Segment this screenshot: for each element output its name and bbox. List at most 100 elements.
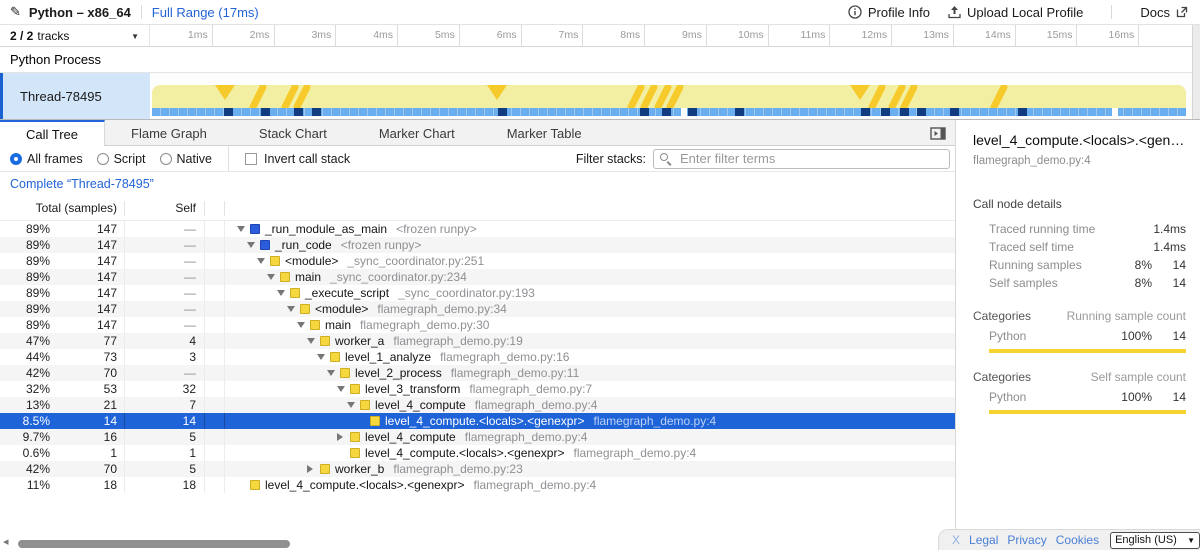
ruler-tick-line: [829, 25, 830, 47]
column-total-header[interactable]: Total (samples): [0, 201, 125, 216]
collapse-twisty-icon[interactable]: [247, 242, 260, 248]
collapse-twisty-icon[interactable]: [267, 274, 280, 280]
collapse-twisty-icon[interactable]: [337, 386, 350, 392]
thread-track-label-panel[interactable]: Thread-78495: [0, 73, 150, 119]
tree-row[interactable]: 32%5332level_3_transformflamegraph_demo.…: [0, 381, 955, 397]
tree-row[interactable]: 13%217level_4_computeflamegraph_demo.py:…: [0, 397, 955, 413]
radio-script[interactable]: [97, 153, 109, 165]
cell-percent: 89%: [0, 269, 50, 285]
tree-row[interactable]: 89%147—<module>flamegraph_demo.py:34: [0, 301, 955, 317]
tree-row[interactable]: 44%733level_1_analyzeflamegraph_demo.py:…: [0, 349, 955, 365]
tab-marker-chart[interactable]: Marker Chart: [353, 120, 481, 145]
function-file: flamegraph_demo.py:16: [440, 349, 569, 365]
radio-label-native: Native: [177, 152, 212, 166]
expand-twisty-icon[interactable]: [307, 465, 320, 473]
cell-percent: 89%: [0, 237, 50, 253]
function-name: main: [295, 269, 321, 285]
collapse-twisty-icon[interactable]: [317, 354, 330, 360]
collapse-twisty-icon[interactable]: [327, 370, 340, 376]
track-python-process[interactable]: Python Process: [0, 47, 1200, 73]
radio-all-frames[interactable]: [10, 153, 22, 165]
cell-spacer: [205, 349, 225, 365]
tree-row[interactable]: 11%1818level_4_compute.<locals>.<genexpr…: [0, 477, 955, 493]
selected-node-title: level_4_compute.<locals>.<genexpr>: [973, 132, 1186, 148]
sample-segment-dark: [735, 108, 744, 116]
footer-link-privacy[interactable]: Privacy: [1007, 533, 1046, 547]
sample-segment-dark: [688, 108, 697, 116]
collapse-twisty-icon[interactable]: [307, 338, 320, 344]
cell-samples: 147: [50, 237, 124, 253]
function-file: flamegraph_demo.py:4: [475, 397, 598, 413]
collapse-twisty-icon[interactable]: [297, 322, 310, 328]
upload-profile-button[interactable]: Upload Local Profile: [948, 5, 1083, 20]
filter-stacks-input[interactable]: [653, 149, 950, 169]
collapse-twisty-icon[interactable]: [277, 290, 290, 296]
sidebar-toggle-button[interactable]: [929, 125, 947, 141]
column-self-header[interactable]: Self: [125, 201, 205, 216]
tree-row[interactable]: 8.5%1414level_4_compute.<locals>.<genexp…: [0, 413, 955, 429]
function-name: level_4_compute: [365, 429, 456, 445]
footer-link-x[interactable]: X: [952, 533, 960, 547]
tree-row[interactable]: 89%147—main_sync_coordinator.py:234: [0, 269, 955, 285]
ruler-tick-label: 15ms: [1018, 29, 1072, 41]
divider: [1111, 5, 1112, 19]
tree-row[interactable]: 89%147—_run_code<frozen runpy>: [0, 237, 955, 253]
tree-row[interactable]: 89%147—mainflamegraph_demo.py:30: [0, 317, 955, 333]
tab-call-tree[interactable]: Call Tree: [0, 120, 105, 146]
process-track-label: Python Process: [10, 52, 101, 67]
sample-segment-dark: [640, 108, 649, 116]
tree-row[interactable]: 42%705worker_bflamegraph_demo.py:23: [0, 461, 955, 477]
cell-percent: 9.7%: [0, 429, 50, 445]
function-file: _sync_coordinator.py:251: [347, 253, 484, 269]
chevron-down-icon: ▼: [131, 32, 139, 41]
tree-row[interactable]: 42%70—level_2_processflamegraph_demo.py:…: [0, 365, 955, 381]
expand-twisty-icon[interactable]: [337, 433, 350, 441]
horizontal-scrollbar-thumb[interactable]: [18, 540, 290, 548]
tree-row[interactable]: 9.7%165level_4_computeflamegraph_demo.py…: [0, 429, 955, 445]
full-range-link[interactable]: Full Range (17ms): [152, 5, 259, 20]
footer-link-cookies[interactable]: Cookies: [1056, 533, 1099, 547]
tree-row[interactable]: 89%147—<module>_sync_coordinator.py:251: [0, 253, 955, 269]
tree-row[interactable]: 0.6%11level_4_compute.<locals>.<genexpr>…: [0, 445, 955, 461]
cell-self: 7: [125, 397, 205, 413]
radio-native[interactable]: [160, 153, 172, 165]
cell-total: 89%147: [0, 221, 125, 237]
profile-info-button[interactable]: Profile Info: [848, 5, 930, 20]
collapse-twisty-icon[interactable]: [287, 306, 300, 312]
tracks-count-dropdown[interactable]: 2 / 2 tracks ▼: [0, 25, 150, 47]
collapse-twisty-icon[interactable]: [347, 402, 360, 408]
cell-spacer: [205, 333, 225, 349]
function-file: _sync_coordinator.py:234: [330, 269, 467, 285]
tree-row[interactable]: 89%147—_run_module_as_main<frozen runpy>: [0, 221, 955, 237]
invert-call-stack-checkbox[interactable]: [245, 153, 257, 165]
track-thread[interactable]: Thread-78495: [0, 73, 1200, 119]
edit-profile-name-icon[interactable]: ✎: [10, 4, 21, 20]
complete-thread-link[interactable]: Complete “Thread-78495”: [10, 177, 154, 191]
collapse-twisty-icon[interactable]: [257, 258, 270, 264]
sample-segment-dark: [917, 108, 926, 116]
cell-self: 5: [125, 429, 205, 445]
function-file: flamegraph_demo.py:7: [469, 381, 592, 397]
scroll-left-arrow-icon[interactable]: ◂: [3, 535, 9, 548]
upload-label: Upload Local Profile: [967, 5, 1083, 20]
tab-flame-graph[interactable]: Flame Graph: [105, 120, 233, 145]
function-name: level_4_compute.<locals>.<genexpr>: [365, 445, 564, 461]
category-square-icon: [290, 288, 300, 298]
tree-row[interactable]: 89%147—_execute_script_sync_coordinator.…: [0, 285, 955, 301]
invert-call-stack-option[interactable]: Invert call stack: [229, 152, 350, 166]
language-select[interactable]: English (US) ▼: [1110, 532, 1200, 549]
docs-link[interactable]: Docs: [1140, 5, 1188, 20]
footer-link-legal[interactable]: Legal: [969, 533, 998, 547]
cell-self: —: [125, 317, 205, 333]
ruler-tick-line: [953, 25, 954, 47]
tab-stack-chart[interactable]: Stack Chart: [233, 120, 353, 145]
thread-track-label: Thread-78495: [20, 89, 102, 104]
cell-samples: 147: [50, 317, 124, 333]
function-name: main: [325, 317, 351, 333]
thread-track-graph[interactable]: [150, 73, 1192, 119]
collapse-twisty-icon[interactable]: [237, 226, 250, 232]
category-square-icon: [320, 464, 330, 474]
tree-row[interactable]: 47%774worker_aflamegraph_demo.py:19: [0, 333, 955, 349]
tab-marker-table[interactable]: Marker Table: [481, 120, 608, 145]
cell-function: level_4_computeflamegraph_demo.py:4: [225, 397, 955, 413]
